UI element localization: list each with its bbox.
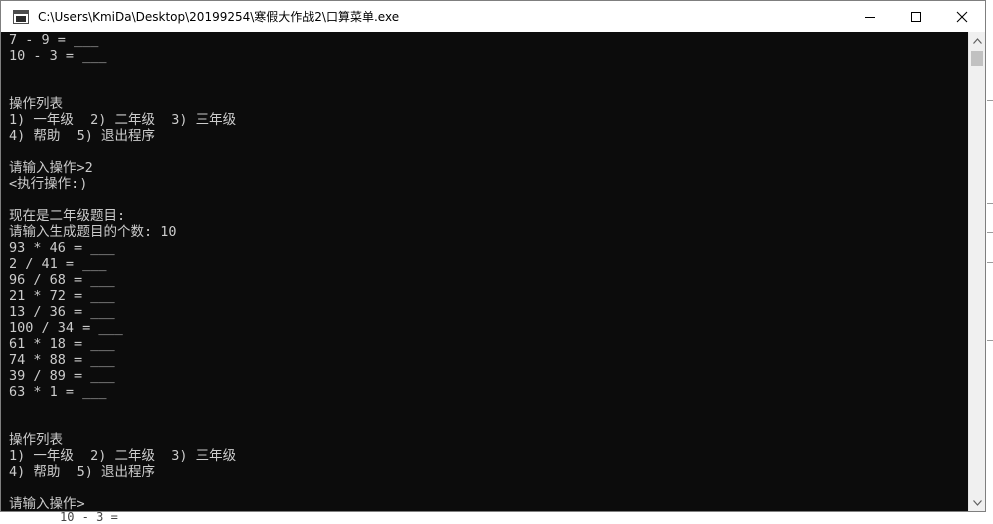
- window-controls: [847, 1, 985, 32]
- console-line: 现在是二年级题目:: [9, 208, 126, 224]
- scroll-up-button[interactable]: [969, 32, 985, 49]
- console-line: 7 - 9 = ___: [9, 32, 99, 48]
- console-line: 61 * 18 = ___: [9, 336, 115, 352]
- console-line: 请输入生成题目的个数: 10: [9, 224, 177, 240]
- console-line: 操作列表: [9, 96, 63, 112]
- console-line: 1) 一年级 2) 二年级 3) 三年级: [9, 112, 237, 128]
- minimize-icon: [865, 16, 875, 18]
- console-line: 4) 帮助 5) 退出程序: [9, 128, 156, 144]
- console-line: 4) 帮助 5) 退出程序: [9, 464, 156, 480]
- console-line: 2 / 41 = ___: [9, 256, 107, 272]
- title-bar[interactable]: C:\Users\KmiDa\Desktop\20199254\寒假大作战2\口…: [1, 1, 985, 32]
- background-window-edge: [986, 0, 993, 519]
- console-output[interactable]: 7 - 9 = ___ 10 - 3 = ___ 操作列表 1) 一年级 2) …: [1, 32, 969, 511]
- close-button[interactable]: [939, 1, 985, 32]
- console-window-icon[interactable]: [13, 9, 29, 25]
- console-line: 63 * 1 = ___: [9, 384, 107, 400]
- scrollbar-thumb[interactable]: [971, 51, 983, 66]
- chevron-down-icon: [973, 499, 982, 506]
- scroll-down-button[interactable]: [969, 494, 985, 511]
- console-line: 请输入操作>2: [9, 160, 93, 176]
- maximize-button[interactable]: [893, 1, 939, 32]
- background-window-text: 10 - 3 =: [60, 510, 118, 524]
- console-line: 1) 一年级 2) 二年级 3) 三年级: [9, 448, 237, 464]
- minimize-button[interactable]: [847, 1, 893, 32]
- console-line: 13 / 36 = ___: [9, 304, 115, 320]
- vertical-scrollbar[interactable]: [968, 32, 985, 511]
- console-line: 操作列表: [9, 432, 63, 448]
- chevron-up-icon: [973, 37, 982, 44]
- console-line: 100 / 34 = ___: [9, 320, 123, 336]
- console-line: 39 / 89 = ___: [9, 368, 115, 384]
- console-prompt-line[interactable]: 请输入操作>: [9, 496, 85, 511]
- console-line: <执行操作:): [9, 176, 88, 192]
- console-window: C:\Users\KmiDa\Desktop\20199254\寒假大作战2\口…: [0, 0, 986, 512]
- console-line: 93 * 46 = ___: [9, 240, 115, 256]
- console-line: 21 * 72 = ___: [9, 288, 115, 304]
- console-line: 74 * 88 = ___: [9, 352, 115, 368]
- window-title: C:\Users\KmiDa\Desktop\20199254\寒假大作战2\口…: [38, 10, 400, 24]
- maximize-icon: [911, 11, 921, 22]
- console-line: 10 - 3 = ___: [9, 48, 107, 64]
- console-line: 96 / 68 = ___: [9, 272, 115, 288]
- close-icon: [956, 11, 968, 22]
